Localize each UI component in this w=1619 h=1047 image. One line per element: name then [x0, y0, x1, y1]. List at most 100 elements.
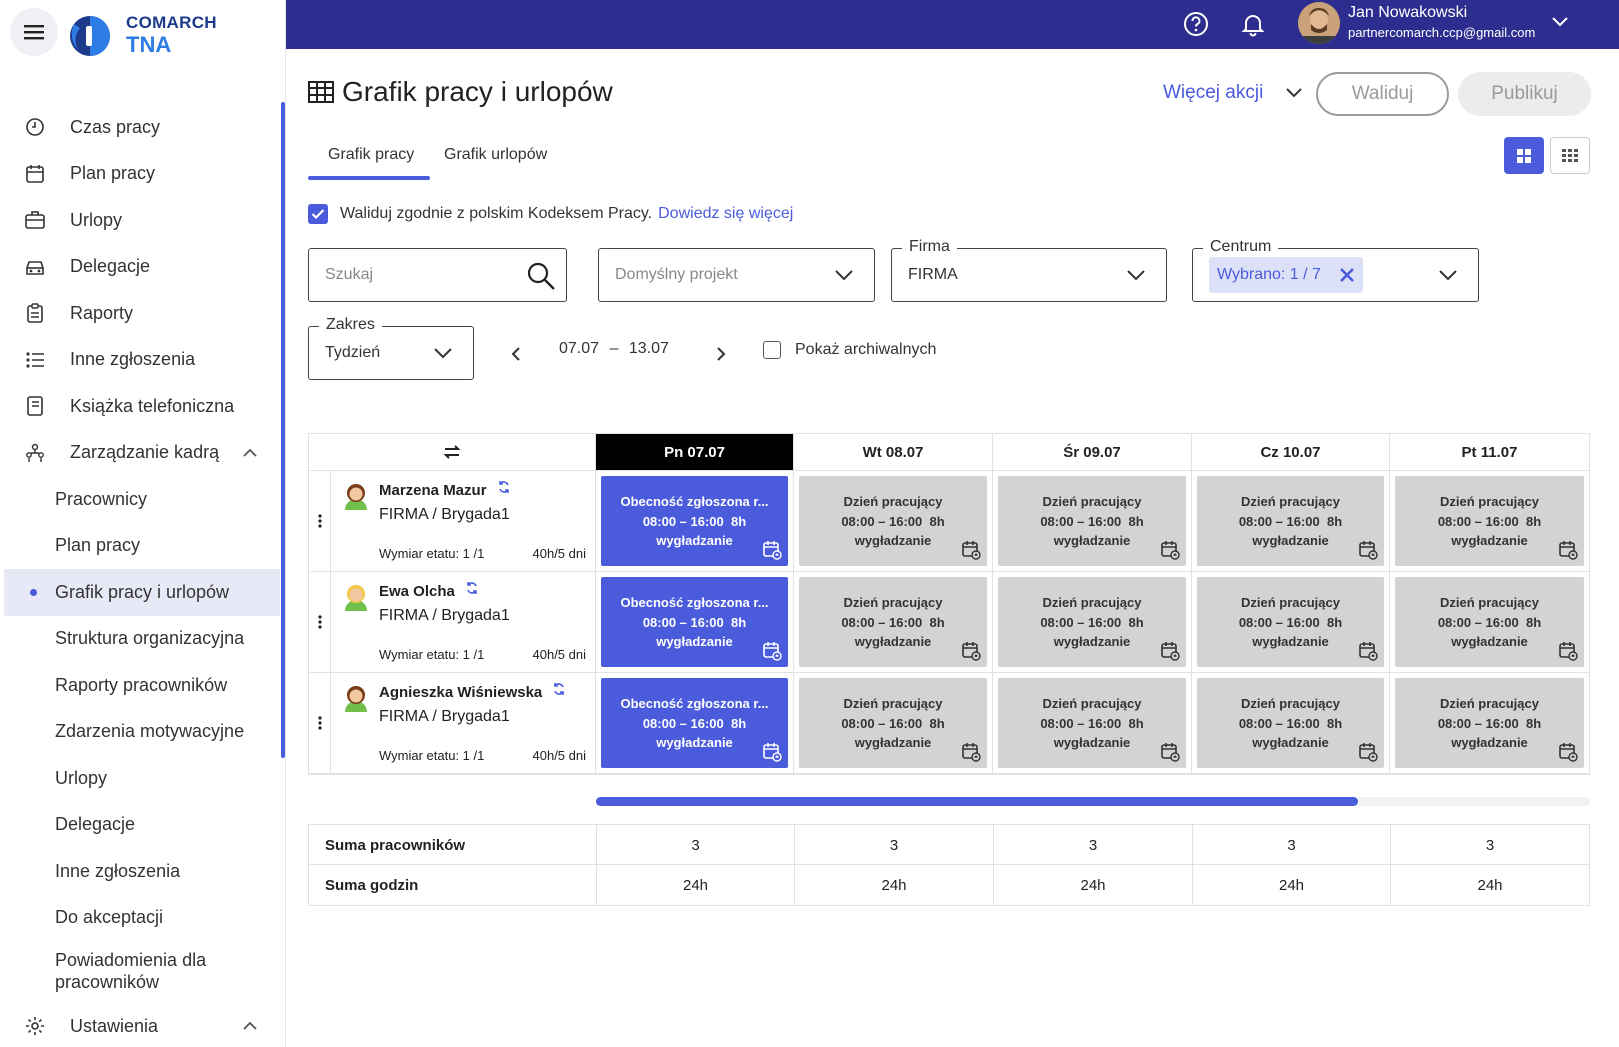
firma-select[interactable]: Firma FIRMA	[891, 238, 1167, 302]
more-actions-label: Więcej akcji	[1163, 82, 1264, 103]
day-header[interactable]: Pn 07.07	[596, 434, 794, 471]
view-toggle-large[interactable]	[1504, 137, 1544, 174]
chevron-left-icon[interactable]	[510, 346, 522, 362]
schedule-cell[interactable]: Dzień pracujący 08:00 – 16:00 8h wygładzan…	[1197, 678, 1384, 768]
calendar-edit-icon[interactable]	[1558, 742, 1578, 762]
horizontal-scrollbar-thumb[interactable]	[596, 797, 1358, 806]
schedule-cell[interactable]: Obecność zgłoszona r... 08:00 – 16:00 8h w…	[601, 476, 788, 566]
sidebar-scrollbar[interactable]	[281, 102, 285, 758]
day-header[interactable]: Wt 08.07	[794, 434, 993, 471]
chevron-up-icon[interactable]	[242, 1021, 258, 1031]
cell-time: 08:00 – 16:00 8h	[841, 716, 945, 731]
close-icon[interactable]	[1339, 267, 1355, 283]
sidebar-item-raporty[interactable]: Raporty	[4, 290, 280, 337]
calendar-edit-icon[interactable]	[762, 641, 782, 661]
calendar-edit-icon[interactable]	[1160, 641, 1180, 661]
validate-button[interactable]: Waliduj	[1316, 72, 1449, 116]
zakres-select[interactable]: Zakres Tydzień	[308, 316, 474, 380]
sidebar-subitem-inne[interactable]: Inne zgłoszenia	[4, 848, 280, 895]
sidebar-item-delegacje[interactable]: Delegacje	[4, 244, 280, 291]
search-icon[interactable]	[526, 261, 556, 291]
validate-checkbox[interactable]	[308, 204, 328, 224]
schedule-cell[interactable]: Dzień pracujący 08:00 – 16:00 8h wygładzan…	[998, 678, 1186, 768]
day-header[interactable]: Śr 09.07	[993, 434, 1192, 471]
sidebar-item-inne-zgloszenia[interactable]: Inne zgłoszenia	[4, 337, 280, 384]
schedule-cell[interactable]: Dzień pracujący 08:00 – 16:00 8h wygładzan…	[1395, 577, 1584, 667]
schedule-cell[interactable]: Dzień pracujący 08:00 – 16:00 8h wygładzan…	[799, 476, 987, 566]
chevron-right-icon[interactable]	[715, 346, 727, 362]
centrum-chip-label: Wybrano: 1 / 7	[1217, 266, 1321, 283]
calendar-edit-icon[interactable]	[961, 641, 981, 661]
schedule-cell[interactable]: Dzień pracujący 08:00 – 16:00 8h wygładzan…	[1395, 678, 1584, 768]
tab-grafik-urlopow[interactable]: Grafik urlopów	[444, 146, 547, 164]
schedule-cell-wrap: Dzień pracujący 08:00 – 16:00 8h wygładzan…	[993, 572, 1192, 673]
more-vert-icon[interactable]	[309, 471, 331, 571]
sidebar-subitem-urlopy[interactable]: Urlopy	[4, 755, 280, 802]
schedule-cell[interactable]: Dzień pracujący 08:00 – 16:00 8h wygładzan…	[1197, 577, 1384, 667]
schedule-cell[interactable]: Obecność zgłoszona r... 08:00 – 16:00 8h w…	[601, 678, 788, 768]
sidebar-subitem-raporty-pracownikow[interactable]: Raporty pracowników	[4, 662, 280, 709]
calendar-edit-icon[interactable]	[1358, 742, 1378, 762]
sidebar-subitem-zdarzenia[interactable]: Zdarzenia motywacyjne	[4, 709, 280, 756]
archive-checkbox[interactable]	[763, 341, 781, 359]
calendar-edit-icon[interactable]	[1558, 540, 1578, 560]
cell-title: Dzień pracujący	[1440, 595, 1539, 610]
search-input[interactable]: Szukaj	[308, 248, 567, 302]
sync-icon[interactable]	[552, 682, 566, 696]
sync-icon[interactable]	[497, 480, 511, 494]
schedule-cell[interactable]: Dzień pracujący 08:00 – 16:00 8h wygładzan…	[998, 577, 1186, 667]
view-toggle-small[interactable]	[1550, 137, 1590, 174]
sidebar-item-ksiazka-telefoniczna[interactable]: Książka telefoniczna	[4, 383, 280, 430]
tab-grafik-pracy[interactable]: Grafik pracy	[328, 146, 414, 164]
sidebar-subitem-delegacje[interactable]: Delegacje	[4, 802, 280, 849]
bell-icon[interactable]	[1239, 10, 1267, 38]
summary-label: Suma pracowników	[325, 837, 466, 854]
sidebar-item-urlopy[interactable]: Urlopy	[4, 197, 280, 244]
calendar-edit-icon[interactable]	[762, 540, 782, 560]
sidebar-item-ustawienia[interactable]: Ustawienia	[4, 1003, 280, 1047]
project-select[interactable]: Domyślny projekt	[598, 248, 875, 302]
day-header[interactable]: Pt 11.07	[1390, 434, 1589, 471]
calendar-edit-icon[interactable]	[1358, 540, 1378, 560]
menu-icon[interactable]	[10, 8, 58, 56]
sidebar-subitem-pracownicy[interactable]: Pracownicy	[4, 476, 280, 523]
cell-note: wygładzanie	[656, 634, 733, 649]
calendar-edit-icon[interactable]	[762, 742, 782, 762]
help-icon[interactable]	[1182, 10, 1210, 38]
publish-button[interactable]: Publikuj	[1458, 72, 1591, 116]
sidebar-subitem-grafik[interactable]: Grafik pracy i urlopów	[4, 569, 280, 616]
more-actions-dropdown[interactable]: Więcej akcji	[1163, 82, 1303, 104]
sidebar-item-czas-pracy[interactable]: Czas pracy	[4, 104, 280, 151]
sidebar-subitem-do-akceptacji[interactable]: Do akceptacji	[4, 895, 280, 942]
schedule-cell[interactable]: Dzień pracujący 08:00 – 16:00 8h wygładzan…	[998, 476, 1186, 566]
calendar-edit-icon[interactable]	[1160, 742, 1180, 762]
day-header[interactable]: Cz 10.07	[1192, 434, 1390, 471]
schedule-cell[interactable]: Dzień pracujący 08:00 – 16:00 8h wygładzan…	[799, 577, 987, 667]
schedule-cell[interactable]: Dzień pracujący 08:00 – 16:00 8h wygładzan…	[1197, 476, 1384, 566]
more-vert-icon[interactable]	[309, 673, 331, 773]
sidebar-subitem-powiadomienia[interactable]: Powiadomienia dla pracowników	[4, 941, 280, 1003]
more-vert-icon[interactable]	[309, 572, 331, 672]
chevron-down-icon[interactable]	[1551, 16, 1569, 28]
cell-time: 08:00 – 16:00 8h	[841, 615, 945, 630]
schedule-cell[interactable]: Obecność zgłoszona r... 08:00 – 16:00 8h w…	[601, 577, 788, 667]
schedule-cell[interactable]: Dzień pracujący 08:00 – 16:00 8h wygładzan…	[1395, 476, 1584, 566]
learn-more-link[interactable]: Dowiedz się więcej	[658, 205, 793, 223]
sidebar-subitem-plan-pracy[interactable]: Plan pracy	[4, 523, 280, 570]
swap-header[interactable]	[309, 434, 596, 471]
calendar-edit-icon[interactable]	[1558, 641, 1578, 661]
avatar[interactable]	[1298, 2, 1340, 44]
calendar-edit-icon[interactable]	[961, 742, 981, 762]
cell-title: Dzień pracujący	[1042, 595, 1142, 610]
sidebar-item-plan-pracy[interactable]: Plan pracy	[4, 151, 280, 198]
calendar-edit-icon[interactable]	[1160, 540, 1180, 560]
centrum-chip[interactable]: Wybrano: 1 / 7	[1209, 257, 1363, 293]
schedule-cell[interactable]: Dzień pracujący 08:00 – 16:00 8h wygładzan…	[799, 678, 987, 768]
sidebar-subitem-struktura[interactable]: Struktura organizacyjna	[4, 616, 280, 663]
sidebar-item-zarzadzanie-kadra[interactable]: Zarządzanie kadrą	[4, 430, 280, 477]
calendar-edit-icon[interactable]	[1358, 641, 1378, 661]
sync-icon[interactable]	[465, 581, 479, 595]
centrum-select[interactable]: Centrum Wybrano: 1 / 7	[1192, 238, 1479, 302]
calendar-edit-icon[interactable]	[961, 540, 981, 560]
chevron-up-icon[interactable]	[242, 448, 258, 458]
